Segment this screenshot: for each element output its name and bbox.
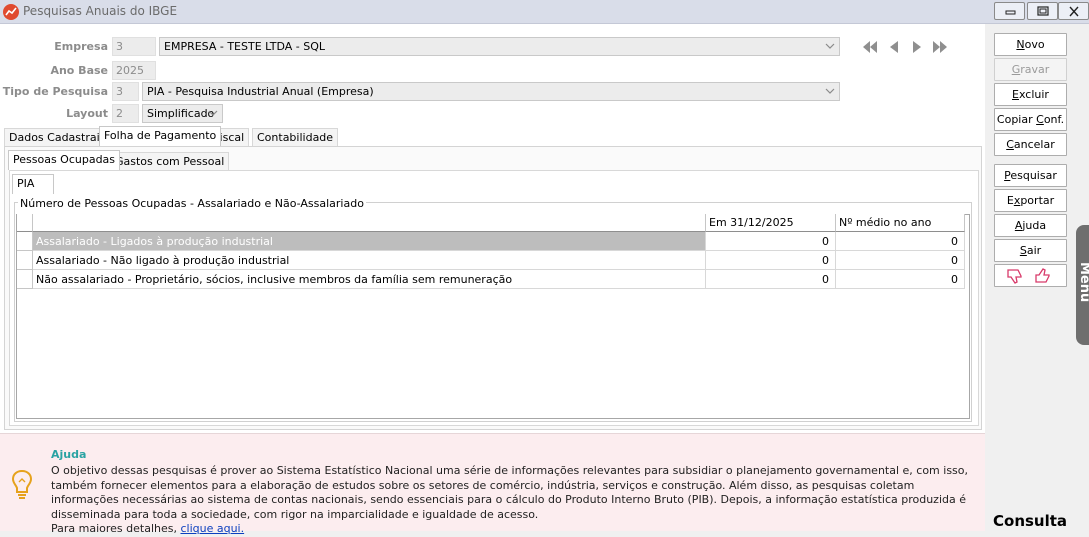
tab-dados-cadastrais[interactable]: Dados Cadastrais bbox=[4, 128, 111, 146]
subtab-gastos-pessoal[interactable]: Gastos com Pessoal bbox=[110, 152, 230, 170]
tipo-pesquisa-code-field[interactable]: 3 bbox=[112, 82, 139, 101]
close-button[interactable] bbox=[1058, 2, 1089, 20]
tab-contabilidade[interactable]: Contabilidade bbox=[252, 128, 339, 146]
next-record-icon[interactable] bbox=[907, 38, 927, 56]
chevron-down-icon[interactable] bbox=[823, 85, 837, 98]
side-menu-label: Menu bbox=[1077, 262, 1089, 303]
grid-header-medio: Nº médio no ano bbox=[836, 214, 965, 232]
row-selector[interactable] bbox=[17, 270, 33, 289]
feedback-buttons bbox=[994, 264, 1067, 287]
table-row-medio[interactable]: 0 bbox=[836, 251, 965, 270]
pesquisar-button[interactable]: Pesquisar bbox=[994, 164, 1067, 187]
novo-button[interactable]: Novo bbox=[994, 33, 1067, 56]
layout-code-field[interactable]: 2 bbox=[112, 104, 139, 123]
grid-corner bbox=[17, 214, 33, 232]
empresa-label: Empresa bbox=[54, 40, 108, 53]
tab-pia[interactable]: PIA bbox=[12, 174, 54, 194]
copiar-conf-button[interactable]: Copiar Conf. bbox=[994, 108, 1067, 131]
excluir-button[interactable]: Excluir bbox=[994, 83, 1067, 106]
layout-combo[interactable]: Simplificado bbox=[142, 104, 223, 123]
chevron-down-icon[interactable] bbox=[823, 40, 837, 53]
empresa-value: EMPRESA - TESTE LTDA - SQL bbox=[164, 40, 326, 53]
tipo-pesquisa-combo[interactable]: PIA - Pesquisa Industrial Anual (Empresa… bbox=[142, 82, 840, 101]
help-body: O objetivo dessas pesquisas é prover ao … bbox=[51, 464, 969, 521]
restore-button[interactable] bbox=[1027, 2, 1058, 20]
empresa-combo[interactable]: EMPRESA - TESTE LTDA - SQL bbox=[159, 37, 840, 56]
layout-label: Layout bbox=[66, 107, 108, 120]
grid-header-em: Em 31/12/2025 bbox=[706, 214, 836, 232]
row-selector[interactable] bbox=[17, 232, 33, 251]
row-selector[interactable] bbox=[17, 251, 33, 270]
mode-indicator: Consulta bbox=[993, 512, 1068, 530]
table-row-desc[interactable]: Assalariado - Não ligado à produção indu… bbox=[33, 251, 706, 270]
last-record-icon[interactable] bbox=[930, 38, 950, 56]
subtab-pessoas-ocupadas[interactable]: Pessoas Ocupadas bbox=[8, 150, 121, 170]
chart-icon bbox=[3, 4, 19, 20]
help-text: O objetivo dessas pesquisas é prover ao … bbox=[51, 464, 983, 537]
group-title: Número de Pessoas Ocupadas - Assalariado… bbox=[18, 197, 366, 210]
thumbs-up-icon[interactable] bbox=[1033, 267, 1055, 285]
thumbs-down-icon[interactable] bbox=[1005, 267, 1027, 285]
help-more-prefix: Para maiores detalhes, bbox=[51, 522, 181, 535]
table-row-desc[interactable]: Assalariado - Ligados à produção industr… bbox=[33, 232, 706, 251]
ano-base-label: Ano Base bbox=[50, 64, 108, 77]
exportar-button[interactable]: Exportar bbox=[994, 189, 1067, 212]
layout-value: Simplificado bbox=[147, 107, 215, 120]
lightbulb-icon bbox=[11, 469, 33, 499]
ajuda-button[interactable]: Ajuda bbox=[994, 214, 1067, 237]
ano-base-field[interactable]: 2025 bbox=[112, 61, 156, 80]
table-row-em[interactable]: 0 bbox=[706, 270, 836, 289]
empresa-code-field[interactable]: 3 bbox=[112, 37, 156, 56]
gravar-button[interactable]: Gravar bbox=[994, 58, 1067, 81]
chevron-down-icon[interactable] bbox=[206, 107, 220, 120]
help-title: Ajuda bbox=[51, 448, 87, 461]
table-row-em[interactable]: 0 bbox=[706, 251, 836, 270]
cancelar-button[interactable]: Cancelar bbox=[994, 133, 1067, 156]
previous-record-icon[interactable] bbox=[884, 38, 904, 56]
tab-folha-pagamento[interactable]: Folha de Pagamento bbox=[99, 126, 222, 146]
window-title: Pesquisas Anuais do IBGE bbox=[23, 4, 178, 18]
first-record-icon[interactable] bbox=[860, 38, 880, 56]
grid-header-desc bbox=[33, 214, 706, 232]
table-row-medio[interactable]: 0 bbox=[836, 270, 965, 289]
table-row-medio[interactable]: 0 bbox=[836, 232, 965, 251]
sair-button[interactable]: Sair bbox=[994, 239, 1067, 262]
minimize-button[interactable] bbox=[994, 2, 1025, 20]
help-more-link[interactable]: clique aqui. bbox=[180, 522, 244, 535]
table-row-em[interactable]: 0 bbox=[706, 232, 836, 251]
tipo-pesquisa-value: PIA - Pesquisa Industrial Anual (Empresa… bbox=[147, 85, 374, 98]
tipo-pesquisa-label: Tipo de Pesquisa bbox=[2, 85, 108, 98]
table-row-desc[interactable]: Não assalariado - Proprietário, sócios, … bbox=[33, 270, 706, 289]
